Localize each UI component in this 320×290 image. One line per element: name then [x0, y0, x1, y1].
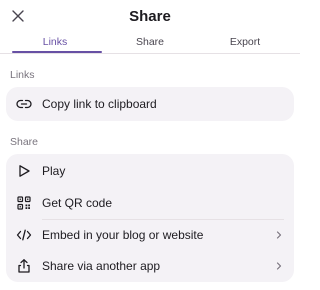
copy-link-label: Copy link to clipboard — [42, 97, 157, 111]
share-upload-icon — [16, 258, 32, 274]
play-icon — [16, 163, 32, 179]
code-icon — [16, 227, 32, 243]
copy-link-button[interactable]: Copy link to clipboard — [6, 88, 294, 120]
tab-share[interactable]: Share — [107, 36, 193, 54]
embed-button[interactable]: Embed in your blog or website — [6, 219, 294, 251]
share-via-app-button[interactable]: Share via another app — [6, 250, 294, 282]
dialog-title: Share — [129, 8, 171, 25]
link-icon — [16, 96, 32, 112]
share-card: Play Get QR code Embed in your blog or w… — [6, 154, 294, 282]
dialog-header: Share — [0, 0, 300, 34]
section-label-share: Share — [10, 136, 39, 148]
links-card: Copy link to clipboard — [6, 87, 294, 121]
tab-divider — [0, 53, 300, 54]
tab-export[interactable]: Export — [202, 36, 288, 54]
play-button[interactable]: Play — [6, 155, 294, 187]
embed-label: Embed in your blog or website — [42, 228, 204, 242]
play-label: Play — [42, 164, 66, 178]
chevron-right-icon — [274, 230, 284, 240]
chevron-right-icon — [274, 261, 284, 271]
qr-code-label: Get QR code — [42, 196, 113, 210]
section-label-links: Links — [10, 69, 35, 81]
qr-code-icon — [16, 195, 32, 211]
qr-code-button[interactable]: Get QR code — [6, 187, 294, 219]
share-via-app-label: Share via another app — [42, 259, 161, 273]
